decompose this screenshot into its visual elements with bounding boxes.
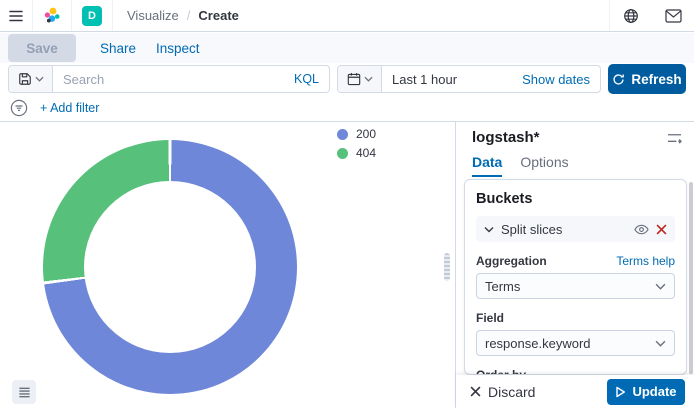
legend-label: 404 (356, 146, 376, 160)
order-by-label: Order by (476, 368, 526, 375)
home-button[interactable] (33, 0, 71, 31)
saved-query-menu-button[interactable] (9, 66, 53, 92)
chart-legend: 200404 (337, 127, 376, 160)
inspect-button[interactable]: Inspect (156, 41, 200, 56)
time-range-value[interactable]: Last 1 hour (382, 72, 467, 87)
legend-item[interactable]: 200 (337, 127, 376, 141)
list-icon (18, 386, 31, 399)
aggregation-value: Terms (485, 279, 520, 294)
space-badge: D (82, 6, 102, 26)
date-picker: Last 1 hour Show dates (337, 65, 601, 93)
aggregation-select[interactable]: Terms (476, 273, 675, 299)
split-slices-row[interactable]: Split slices (476, 216, 675, 242)
space-selector[interactable]: D (72, 0, 112, 31)
legend-label: 200 (356, 127, 376, 141)
panel-scrollbar[interactable] (689, 182, 693, 374)
field-select[interactable]: response.keyword (476, 330, 675, 356)
query-bar: KQL Last 1 hour Show dates Refresh (0, 63, 694, 94)
chevron-down-icon (484, 226, 494, 233)
play-icon (615, 386, 626, 398)
chevron-down-icon (364, 76, 373, 82)
chevron-down-icon (35, 76, 44, 82)
show-dates-button[interactable]: Show dates (512, 72, 600, 87)
vis-editor-panel: logstash* Data Options Buckets Split sli… (455, 122, 694, 408)
saved-query-icon (18, 72, 32, 86)
update-label: Update (632, 384, 676, 399)
editor-footer: Discard Update (456, 375, 694, 408)
globe-icon (623, 8, 639, 24)
collapse-panel-button[interactable] (665, 130, 684, 146)
tab-data[interactable]: Data (472, 154, 502, 177)
refresh-button[interactable]: Refresh (608, 64, 686, 94)
share-button[interactable]: Share (100, 41, 136, 56)
toggle-visibility-button[interactable] (634, 224, 649, 235)
filter-options-icon[interactable] (10, 99, 28, 117)
eye-icon (634, 224, 649, 235)
field-label: Field (476, 311, 504, 325)
breadcrumb-separator: / (187, 8, 191, 23)
remove-bucket-button[interactable] (656, 224, 667, 235)
query-language-button[interactable]: KQL (284, 72, 329, 86)
split-slices-label: Split slices (501, 222, 627, 237)
search-input[interactable] (53, 72, 284, 87)
news-button[interactable] (610, 0, 652, 31)
mail-icon (665, 9, 682, 23)
discard-button[interactable]: Discard (470, 384, 535, 400)
breadcrumb-create: Create (198, 8, 238, 23)
close-icon (470, 386, 481, 397)
refresh-icon (612, 73, 625, 86)
legend-item[interactable]: 404 (337, 146, 376, 160)
add-filter-button[interactable]: + Add filter (40, 101, 99, 115)
legend-swatch (337, 129, 348, 140)
legend-swatch (337, 148, 348, 159)
hamburger-icon (8, 8, 24, 24)
discard-label: Discard (488, 384, 535, 400)
app-header: D Visualize / Create (0, 0, 694, 32)
breadcrumb-visualize[interactable]: Visualize (127, 8, 179, 23)
save-button[interactable]: Save (8, 34, 76, 62)
date-quick-menu-button[interactable] (338, 66, 382, 92)
tab-options[interactable]: Options (520, 154, 568, 177)
field-value: response.keyword (485, 336, 591, 351)
aggregation-label: Aggregation (476, 254, 547, 268)
vis-toolbar: Save Share Inspect (0, 33, 694, 63)
editor-tabs: Data Options (472, 154, 569, 177)
chevron-down-icon (655, 340, 666, 347)
buckets-title: Buckets (476, 191, 675, 207)
menu-right-icon (667, 132, 682, 144)
calendar-icon (347, 72, 361, 86)
filter-bar: + Add filter (0, 94, 694, 122)
chevron-down-icon (655, 283, 666, 290)
donut-hole (84, 181, 256, 353)
panel-resizer-handle[interactable] (444, 253, 450, 281)
menu-button[interactable] (0, 0, 32, 31)
notifications-button[interactable] (652, 0, 694, 31)
buckets-card: Buckets Split slices Aggregation Terms h… (464, 179, 687, 375)
refresh-label: Refresh (631, 72, 681, 87)
update-button[interactable]: Update (607, 379, 685, 405)
index-pattern-title: logstash* (472, 129, 540, 146)
terms-help-link[interactable]: Terms help (616, 254, 675, 268)
search-bar: KQL (8, 65, 330, 93)
breadcrumb: Visualize / Create (127, 8, 239, 23)
elastic-logo-icon (42, 6, 62, 26)
close-icon (656, 224, 667, 235)
header-divider (112, 0, 113, 31)
legend-toggle-button[interactable] (12, 380, 36, 404)
